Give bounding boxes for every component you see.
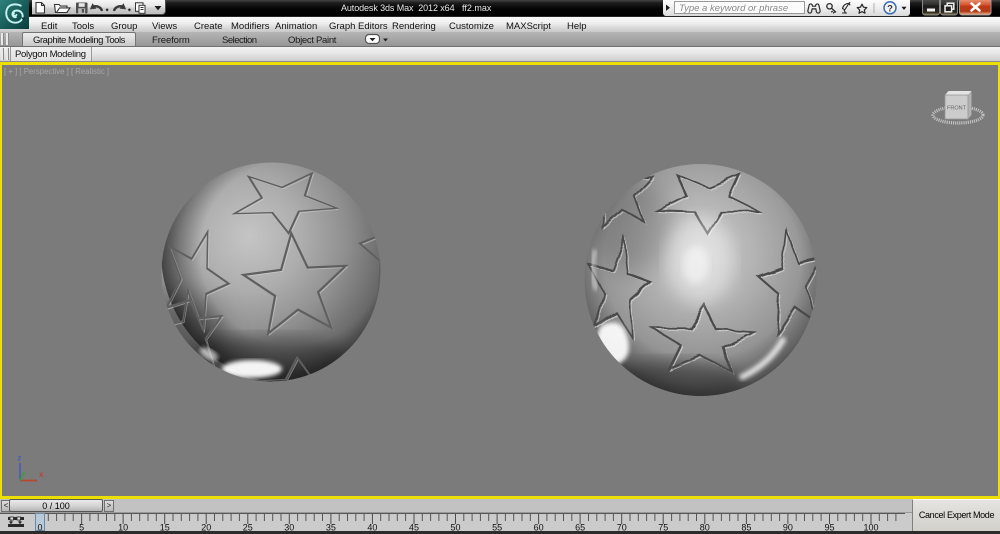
svg-text:95: 95 <box>824 523 834 532</box>
svg-text:60: 60 <box>534 523 544 532</box>
svg-text:30: 30 <box>284 523 294 532</box>
svg-text:85: 85 <box>741 523 751 532</box>
svg-text:55: 55 <box>492 523 502 532</box>
svg-text:x: x <box>39 470 44 479</box>
svg-text:?: ? <box>887 3 893 14</box>
svg-text:z: z <box>18 454 22 463</box>
svg-text:20: 20 <box>201 523 211 532</box>
svg-text:50: 50 <box>450 523 460 532</box>
svg-text:100: 100 <box>863 523 878 532</box>
svg-text:25: 25 <box>243 523 253 532</box>
svg-text:70: 70 <box>617 523 627 532</box>
svg-text:10: 10 <box>118 523 128 532</box>
svg-text:FRONT: FRONT <box>947 106 967 112</box>
svg-text:45: 45 <box>409 523 419 532</box>
svg-text:90: 90 <box>783 523 793 532</box>
svg-text:75: 75 <box>658 523 668 532</box>
svg-text:5: 5 <box>79 523 84 532</box>
svg-text:40: 40 <box>367 523 377 532</box>
svg-text:80: 80 <box>700 523 710 532</box>
svg-text:15: 15 <box>160 523 170 532</box>
svg-text:65: 65 <box>575 523 585 532</box>
svg-text:35: 35 <box>326 523 336 532</box>
svg-text:0: 0 <box>37 523 42 532</box>
